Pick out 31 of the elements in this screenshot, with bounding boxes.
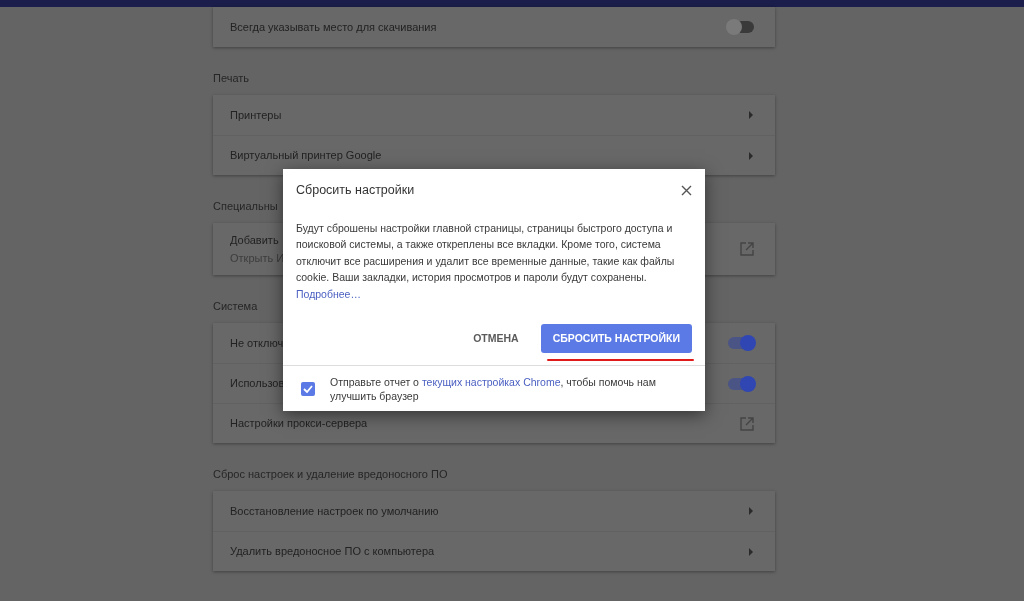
setting-label: Удалить вредоносное ПО с компьютера bbox=[230, 544, 435, 560]
checkmark-icon bbox=[303, 384, 313, 393]
toggle-switch[interactable] bbox=[728, 377, 754, 390]
dialog-message: Будут сброшены настройки главной страницы, страницы быстрого доступа и поисковой системы, а также откреплены все вкладки. Кроме того, система отключит все расширения и удалит все временные данные, такие как файлы cookie. Ваши закладки, история просмотров и пароли будут сохранены. bbox=[296, 220, 676, 286]
chevron-right-icon bbox=[748, 111, 754, 119]
setting-label: Использов bbox=[230, 376, 285, 392]
section-heading: Специальны bbox=[213, 199, 279, 213]
toggle-switch[interactable] bbox=[728, 21, 754, 33]
section-heading: Сброс настроек и удаление вредоносного ПО bbox=[213, 467, 449, 481]
checkbox[interactable] bbox=[301, 381, 315, 396]
section-heading: Система bbox=[213, 299, 259, 313]
setting-label: Виртуальный принтер Google bbox=[230, 148, 382, 164]
setting-label: Добавить bbox=[230, 232, 280, 248]
cancel-button[interactable]: ОТМЕНА bbox=[465, 324, 527, 353]
external-link-icon[interactable] bbox=[740, 242, 754, 256]
setting-label: Настройки прокси-сервера bbox=[230, 416, 368, 432]
chevron-right-icon bbox=[748, 507, 754, 515]
setting-label: Не отключ bbox=[230, 335, 284, 351]
dialog-title: Сбросить настройки bbox=[296, 182, 415, 199]
report-text: Отправьте отчет о текущих настройках Chrome, чтобы помочь нам улучшить браузер bbox=[330, 374, 657, 403]
toggle-switch[interactable] bbox=[728, 337, 754, 349]
setting-label: Всегда указывать место для скачивания bbox=[230, 19, 437, 35]
chevron-right-icon bbox=[748, 547, 754, 556]
chevron-right-icon bbox=[748, 151, 754, 160]
reset-settings-button[interactable]: СБРОСИТЬ НАСТРОЙКИ bbox=[540, 324, 692, 354]
section-heading: Печать bbox=[213, 71, 251, 85]
setting-label: Принтеры bbox=[230, 107, 282, 123]
setting-label: Восстановление настроек по умолчанию bbox=[230, 503, 439, 519]
close-icon[interactable] bbox=[679, 183, 693, 198]
external-link-icon[interactable] bbox=[740, 416, 754, 431]
learn-more-link[interactable]: Подробнее… bbox=[296, 285, 361, 303]
